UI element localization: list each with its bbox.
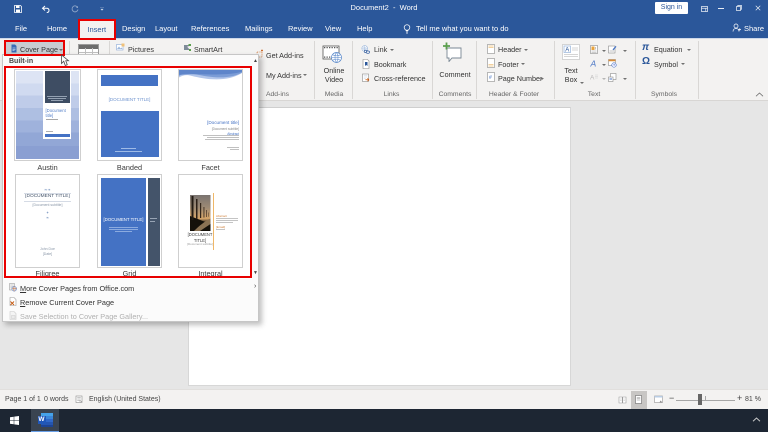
- svg-text:A: A: [590, 75, 595, 82]
- svg-text:#: #: [489, 75, 492, 81]
- svg-text:A: A: [590, 59, 597, 68]
- svg-text:A: A: [565, 47, 569, 53]
